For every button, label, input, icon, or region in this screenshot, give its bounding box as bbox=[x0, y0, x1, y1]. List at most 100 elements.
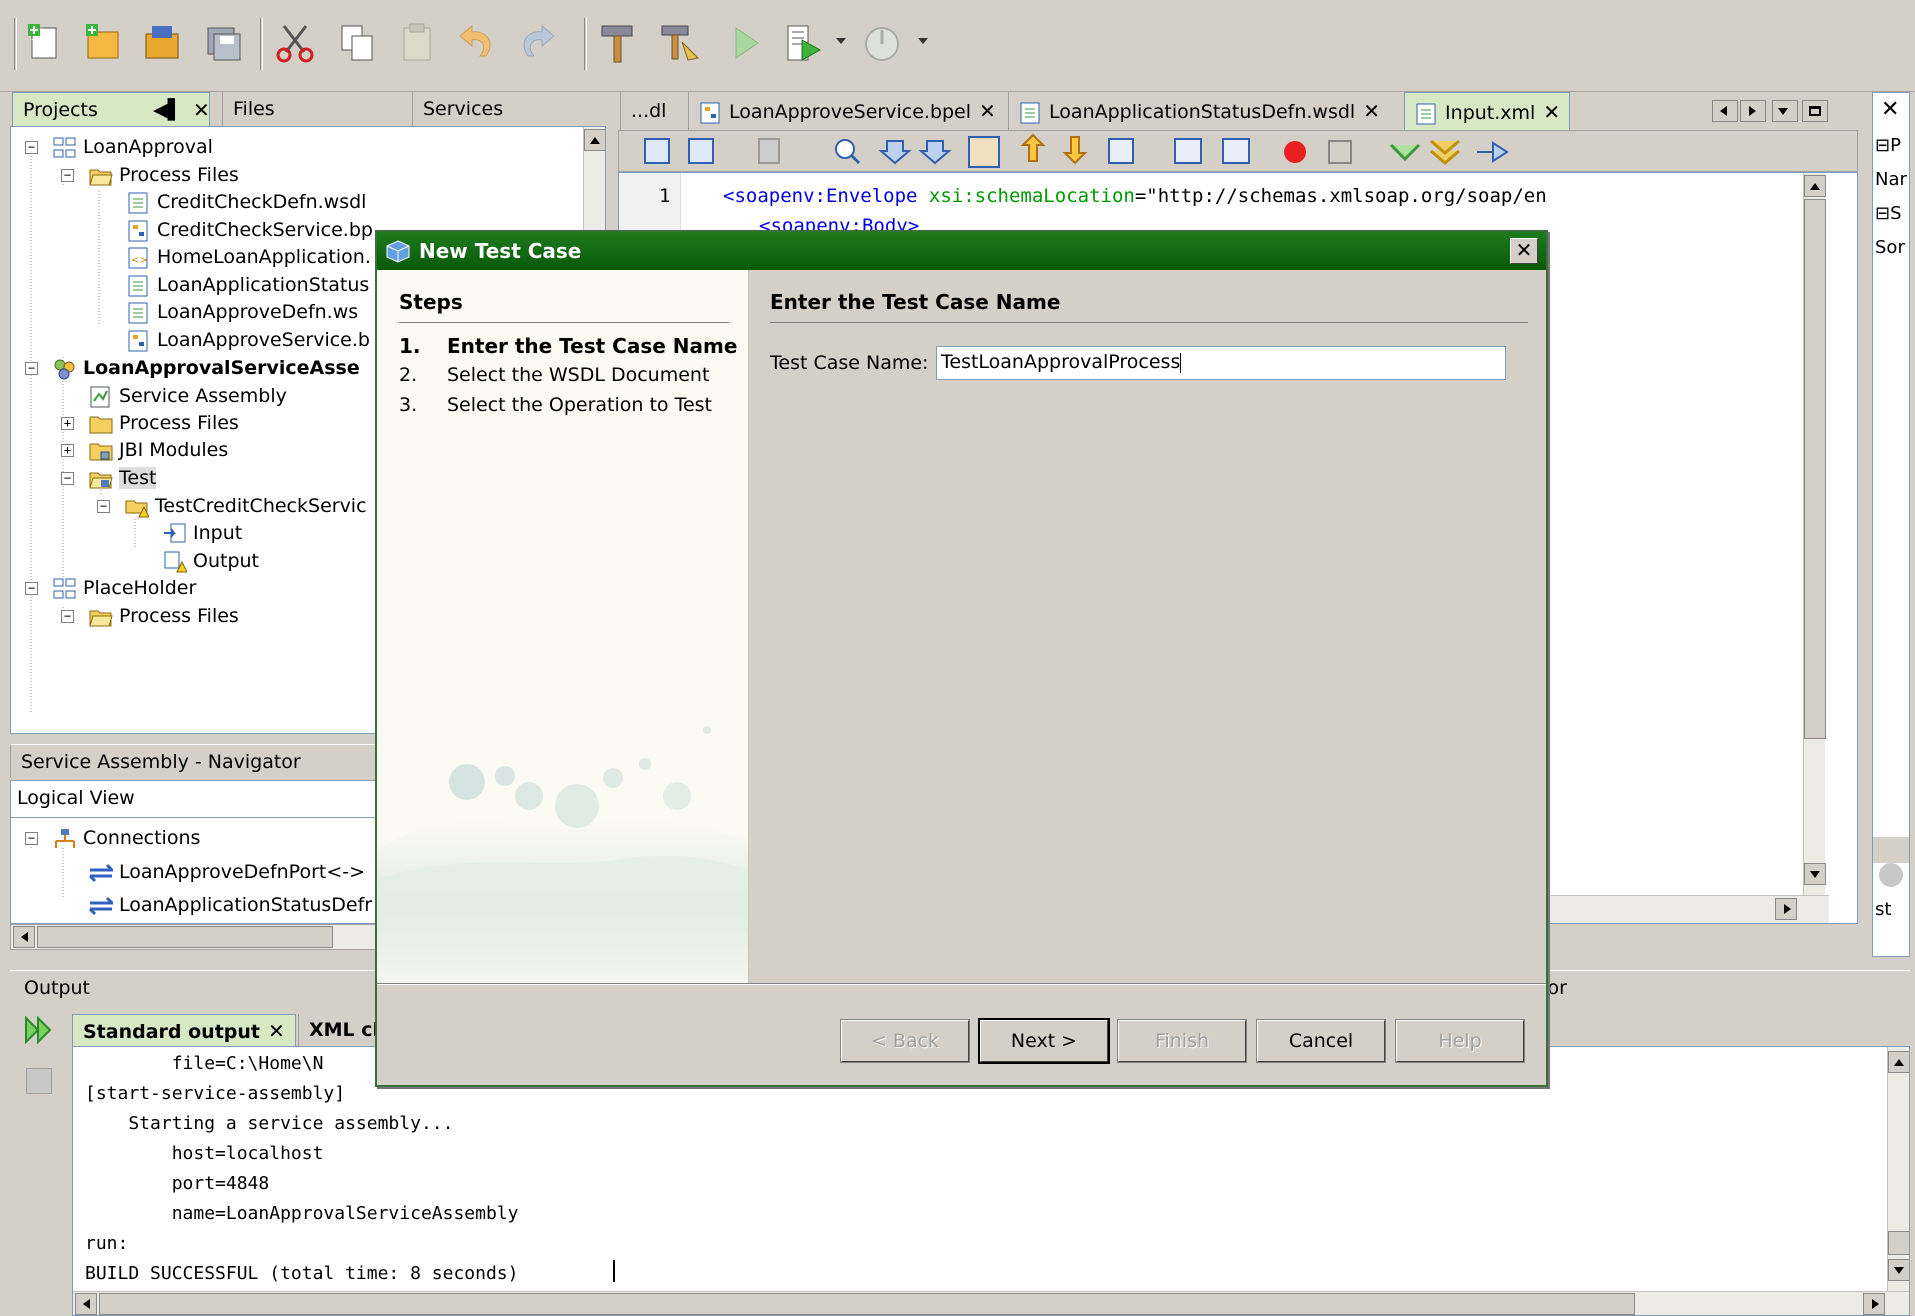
tree-node-label: PlaceHolder bbox=[83, 577, 197, 599]
rerun-icon[interactable] bbox=[22, 1014, 54, 1046]
cut-icon[interactable] bbox=[274, 22, 316, 64]
scroll-thumb[interactable] bbox=[1804, 199, 1826, 739]
tree-node-composite-app[interactable]: LoanApprovalServiceAsse bbox=[53, 353, 360, 383]
editor-tab-label: LoanApplicationStatusDefn.wsdl bbox=[1049, 101, 1356, 123]
scroll-thumb[interactable] bbox=[99, 1293, 1635, 1315]
tree-node-output[interactable]: Output bbox=[163, 546, 259, 576]
code-line-1[interactable]: <soapenv:Envelope xsi:schemaLocation="ht… bbox=[723, 185, 1547, 207]
tree-node-jbi-modules[interactable]: JBI Modules bbox=[89, 435, 228, 465]
console-h-scrollbar[interactable] bbox=[73, 1291, 1909, 1315]
help-circle-icon[interactable] bbox=[1879, 863, 1903, 887]
save-all-icon[interactable] bbox=[202, 22, 244, 64]
scroll-tabs-left-button[interactable] bbox=[1712, 100, 1738, 122]
section-item[interactable]: ⊟S bbox=[1875, 203, 1902, 224]
close-icon[interactable]: ✕ bbox=[268, 1019, 285, 1043]
collapse-toggle[interactable]: − bbox=[61, 472, 74, 485]
collapse-toggle[interactable]: − bbox=[25, 141, 38, 154]
tree-node-file[interactable]: LoanApproveService.b bbox=[127, 325, 370, 355]
tree-node-file[interactable]: LoanApplicationStatus bbox=[127, 270, 369, 300]
minimize-window-icon[interactable]: ◀▌ bbox=[153, 93, 182, 127]
validate-xml-icon bbox=[1430, 139, 1460, 165]
tree-node-connection[interactable]: LoanApplicationStatusDefr bbox=[89, 890, 372, 920]
tab-files[interactable]: Files bbox=[222, 92, 412, 126]
scroll-up-button[interactable] bbox=[584, 129, 605, 151]
editor-v-scrollbar[interactable] bbox=[1803, 173, 1826, 895]
console-line: run: bbox=[85, 1233, 129, 1254]
expand-toggle[interactable]: + bbox=[61, 444, 74, 457]
editor-tab[interactable]: ...dl bbox=[620, 92, 686, 130]
console-v-scrollbar[interactable] bbox=[1887, 1047, 1909, 1291]
copy-icon[interactable] bbox=[336, 22, 378, 64]
tree-node-connections[interactable]: Connections bbox=[53, 823, 200, 853]
tab-list-dropdown-button[interactable] bbox=[1772, 100, 1798, 122]
test-case-name-value: TestLoanApprovalProcess bbox=[941, 351, 1181, 373]
scroll-up-button[interactable] bbox=[1804, 175, 1826, 197]
tree-node-file[interactable]: CreditCheckDefn.wsdl bbox=[127, 187, 366, 217]
tree-node-connection[interactable]: LoanApproveDefnPort<-> bbox=[89, 857, 365, 887]
tree-node-file[interactable]: <> HomeLoanApplication. bbox=[127, 242, 371, 272]
debug-icon[interactable] bbox=[782, 22, 824, 64]
tree-node-loanapproval[interactable]: LoanApproval bbox=[53, 132, 213, 162]
test-case-name-input[interactable]: TestLoanApprovalProcess bbox=[936, 346, 1506, 380]
scroll-up-button[interactable] bbox=[1888, 1051, 1909, 1073]
dialog-title-bar[interactable]: New Test Case ✕ bbox=[377, 232, 1546, 270]
help-button[interactable]: Help bbox=[1395, 1019, 1525, 1063]
toolbar-grip bbox=[14, 18, 17, 70]
collapse-toggle[interactable]: − bbox=[25, 362, 38, 375]
editor-tab-wsdl[interactable]: LoanApplicationStatusDefn.wsdl ✕ bbox=[1008, 92, 1402, 130]
tab-projects[interactable]: Projects ◀▌ ✕ bbox=[12, 92, 210, 126]
tree-node-file[interactable]: LoanApproveDefn.ws bbox=[127, 297, 358, 327]
forward-icon bbox=[758, 138, 780, 164]
collapse-toggle[interactable]: − bbox=[61, 169, 74, 182]
tree-node-process-files[interactable]: Process Files bbox=[89, 408, 239, 438]
expand-toggle[interactable]: + bbox=[61, 417, 74, 430]
tree-node-label: Process Files bbox=[119, 605, 239, 627]
tree-node-service-assembly[interactable]: Service Assembly bbox=[89, 381, 287, 411]
tree-node-file[interactable]: CreditCheckService.bp bbox=[127, 215, 373, 245]
tree-node-test-case[interactable]: TestCreditCheckServic bbox=[125, 491, 367, 521]
close-icon[interactable]: ✕ bbox=[1543, 100, 1560, 124]
next-button[interactable]: Next > bbox=[978, 1018, 1110, 1064]
editor-tab-bpel[interactable]: LoanApproveService.bpel ✕ bbox=[688, 92, 1006, 130]
scroll-thumb[interactable] bbox=[1888, 1231, 1909, 1255]
close-icon[interactable]: ✕ bbox=[1881, 97, 1899, 122]
build-hammer-icon[interactable] bbox=[598, 22, 640, 64]
console-line: name=LoanApprovalServiceAssembly bbox=[85, 1203, 519, 1224]
tab-services[interactable]: Services bbox=[412, 92, 606, 126]
tree-node-placeholder[interactable]: PlaceHolder bbox=[53, 573, 196, 603]
collapse-toggle[interactable]: − bbox=[25, 582, 38, 595]
tree-node-process-files[interactable]: Process Files bbox=[89, 601, 239, 631]
tree-node-input[interactable]: Input bbox=[163, 518, 242, 548]
output-tab-standard[interactable]: Standard output ✕ bbox=[72, 1014, 296, 1046]
scroll-down-button[interactable] bbox=[1888, 1259, 1909, 1281]
previous-bookmark-icon bbox=[1020, 133, 1046, 162]
debug-dropdown-icon[interactable] bbox=[836, 38, 846, 44]
steps-pane: Steps 1. Enter the Test Case Name 2. Sel… bbox=[377, 270, 749, 983]
close-icon[interactable]: ✕ bbox=[193, 93, 210, 127]
collapse-toggle[interactable]: − bbox=[61, 610, 74, 623]
close-icon[interactable]: ✕ bbox=[1510, 238, 1538, 264]
close-icon[interactable]: ✕ bbox=[979, 99, 996, 123]
finish-button[interactable]: Finish bbox=[1117, 1019, 1247, 1063]
back-button[interactable]: < Back bbox=[840, 1019, 970, 1063]
tree-node-test[interactable]: Test bbox=[89, 463, 157, 493]
collapse-toggle[interactable]: − bbox=[25, 832, 38, 845]
tree-node-process-files[interactable]: Process Files bbox=[89, 160, 239, 190]
scroll-left-button[interactable] bbox=[75, 1293, 97, 1315]
scroll-left-button[interactable] bbox=[13, 926, 35, 948]
scroll-thumb[interactable] bbox=[37, 926, 333, 948]
close-icon[interactable]: ✕ bbox=[1363, 99, 1380, 123]
maximize-window-icon[interactable] bbox=[1802, 100, 1828, 122]
new-project-icon[interactable] bbox=[82, 22, 124, 64]
new-file-icon[interactable] bbox=[24, 22, 66, 64]
open-project-icon[interactable] bbox=[142, 22, 184, 64]
cancel-button[interactable]: Cancel bbox=[1256, 1019, 1386, 1063]
scroll-right-button[interactable] bbox=[1863, 1293, 1885, 1315]
editor-tab-input-xml[interactable]: Input.xml ✕ bbox=[1404, 92, 1570, 130]
clean-build-icon[interactable] bbox=[658, 22, 700, 64]
scroll-right-button[interactable] bbox=[1775, 898, 1797, 920]
properties-item[interactable]: ⊟P bbox=[1875, 135, 1901, 156]
scroll-tabs-right-button[interactable] bbox=[1740, 100, 1766, 122]
collapse-toggle[interactable]: − bbox=[97, 500, 110, 513]
scroll-down-button[interactable] bbox=[1804, 863, 1826, 885]
